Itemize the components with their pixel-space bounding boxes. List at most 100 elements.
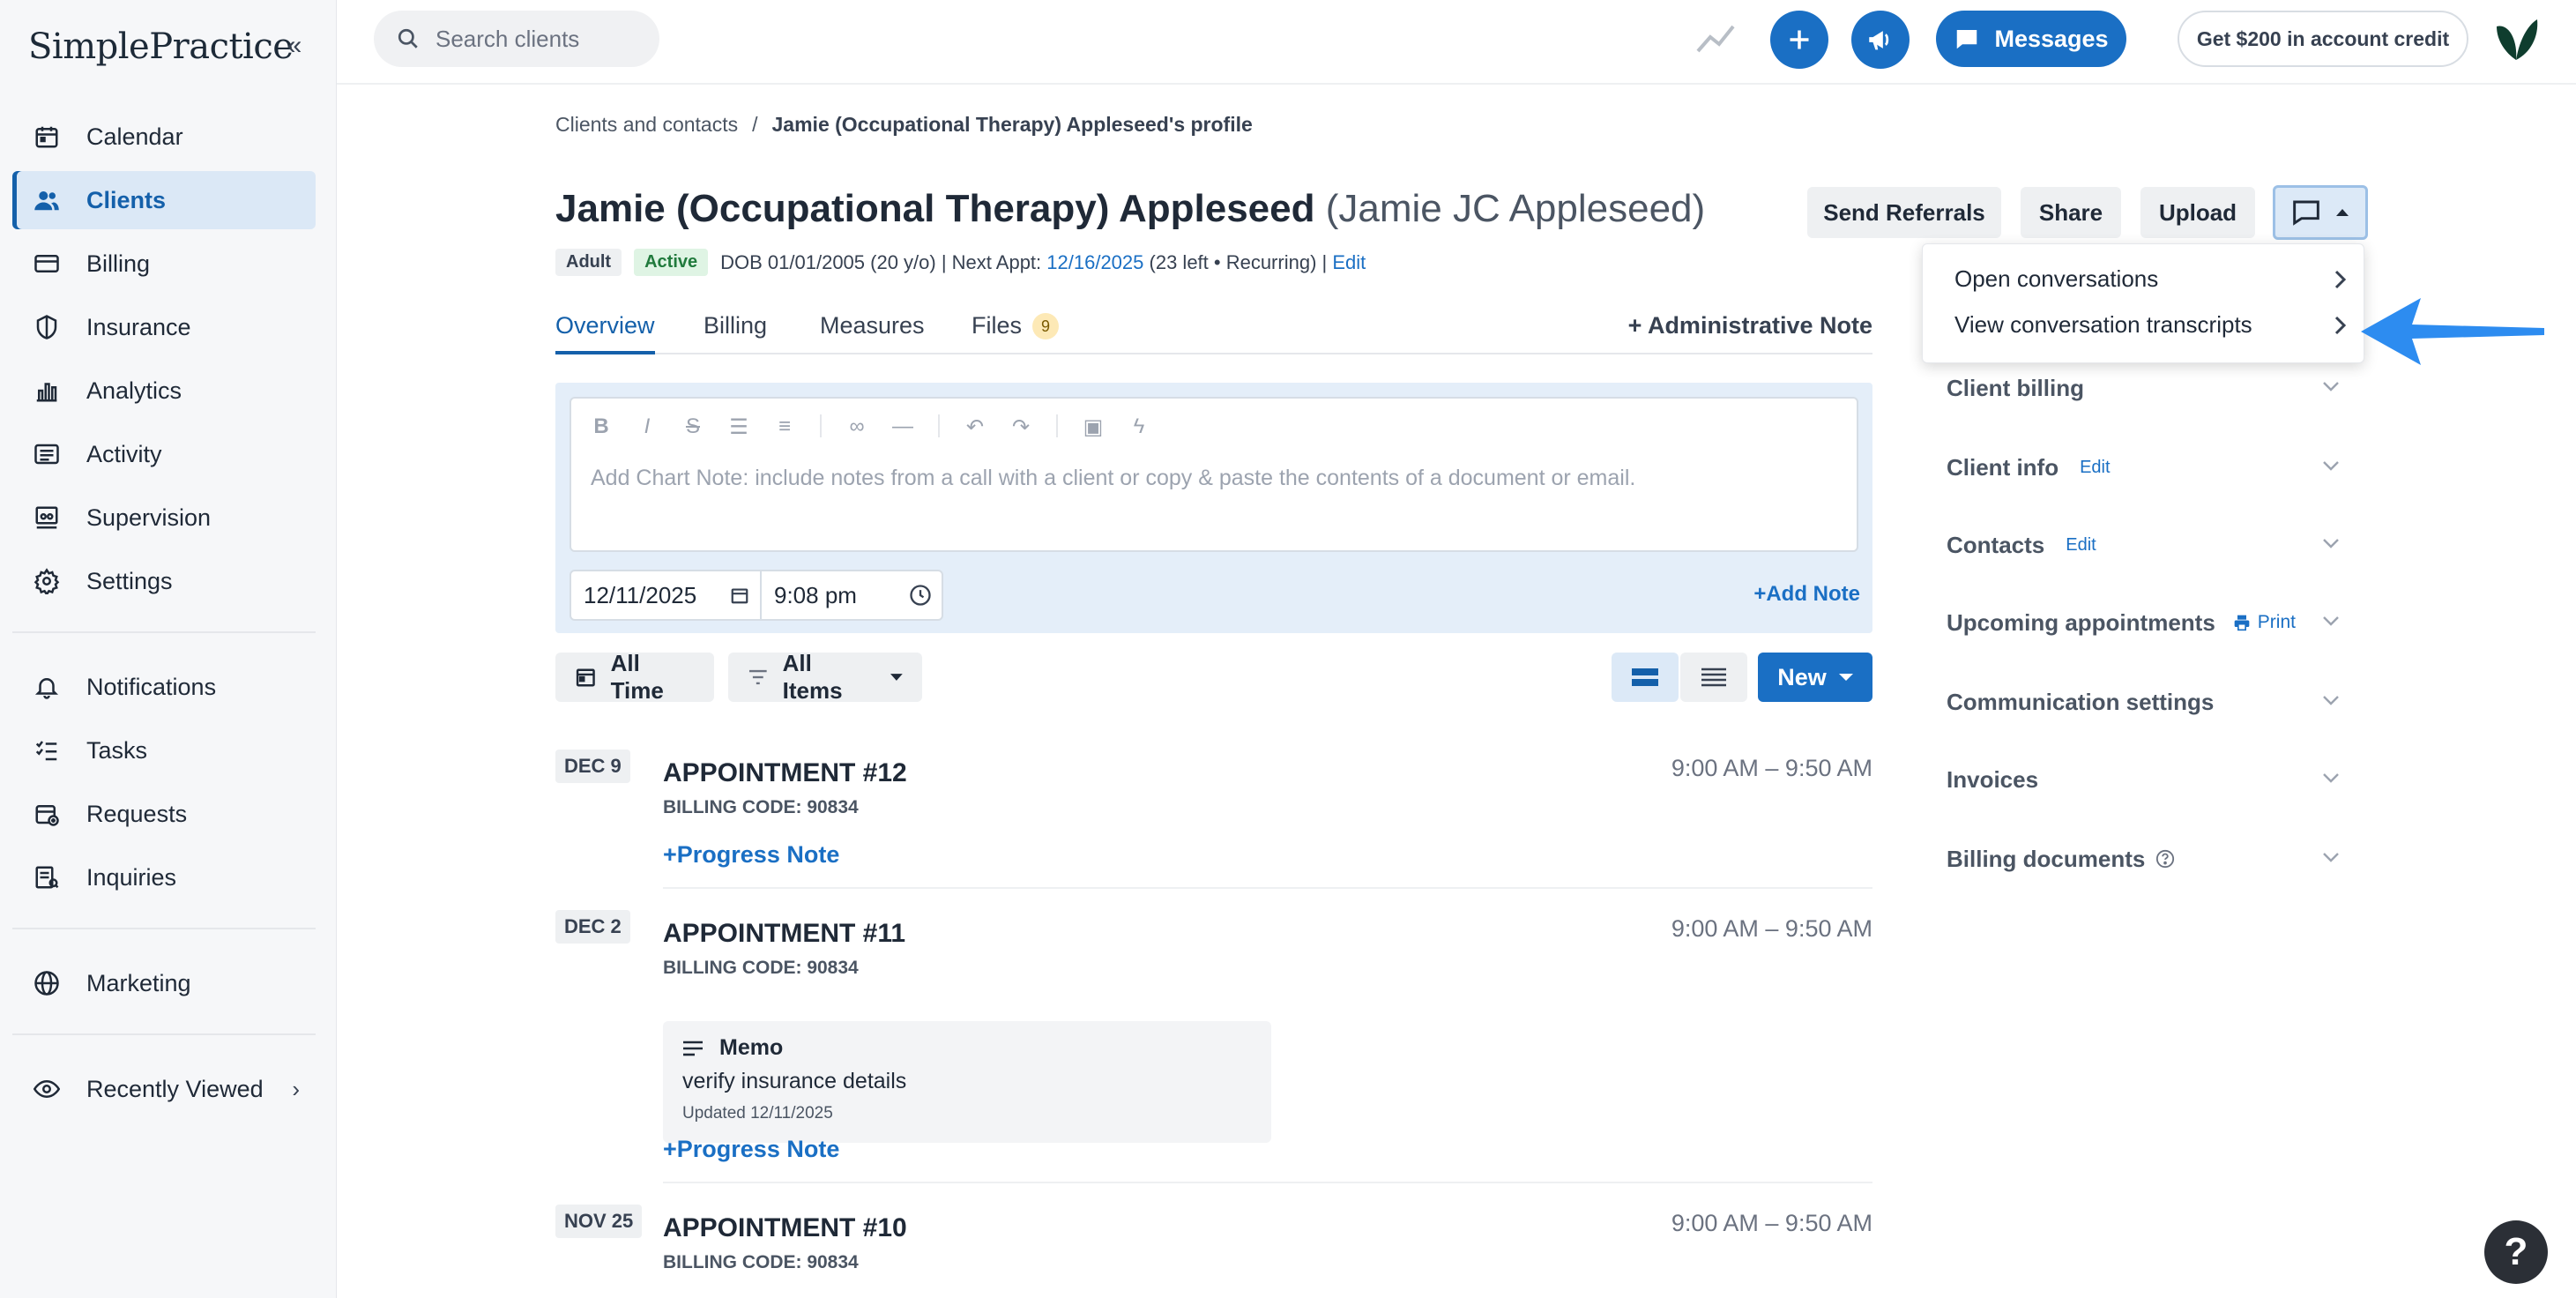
appointment-title[interactable]: APPOINTMENT #10 (663, 1213, 907, 1243)
sidebar-item-notifications[interactable]: Notifications (12, 658, 316, 716)
compact-view-toggle[interactable] (1680, 653, 1747, 702)
bell-icon (32, 672, 62, 702)
brand-leaf-icon[interactable] (2491, 14, 2541, 63)
sidebar-item-clients[interactable]: Clients (12, 171, 316, 229)
items-filter-button[interactable]: All Items (728, 650, 922, 704)
undo-icon[interactable]: ↶ (964, 414, 986, 440)
appointment-title[interactable]: APPOINTMENT #12 (663, 758, 907, 788)
profile-tabs: Overview Billing Measures Files 9 + Admin… (555, 312, 1872, 354)
edit-contacts-link[interactable]: Edit (2066, 535, 2096, 556)
sidebar: SimplePractice « Calendar Clients Billin… (0, 0, 337, 1298)
client-info-section[interactable]: Client info Edit (1947, 450, 2341, 485)
sidebar-item-label: Analytics (86, 377, 182, 404)
sidebar-item-tasks[interactable]: Tasks (12, 721, 316, 780)
administrative-note-button[interactable]: + Administrative Note (1628, 312, 1872, 339)
contacts-section[interactable]: Contacts Edit (1947, 527, 2341, 563)
caret-down-icon (890, 674, 903, 681)
strikethrough-icon[interactable]: S (682, 414, 704, 440)
billing-code: BILLING CODE: 90834 (663, 797, 859, 817)
bold-icon[interactable]: B (591, 414, 612, 440)
invoices-section[interactable]: Invoices (1947, 762, 2341, 797)
edit-client-info-link[interactable]: Edit (2080, 458, 2110, 478)
appt-extra-text: (23 left • Recurring) | (1149, 250, 1328, 273)
section-label: Billing documents (1947, 845, 2146, 872)
share-button[interactable]: Share (2021, 187, 2121, 238)
breadcrumb-root[interactable]: Clients and contacts (555, 113, 738, 136)
view-conversation-transcripts-item[interactable]: View conversation transcripts (1954, 311, 2348, 339)
sidebar-item-settings[interactable]: Settings (12, 552, 316, 610)
tab-overview[interactable]: Overview (555, 312, 655, 354)
expanded-view-toggle[interactable] (1612, 653, 1679, 702)
help-button[interactable]: ? (2484, 1220, 2548, 1284)
note-date-field[interactable]: 12/11/2025 (571, 571, 762, 619)
account-credit-button[interactable]: Get $200 in account credit (2178, 11, 2468, 67)
client-billing-section[interactable]: Client billing (1947, 370, 2341, 406)
edit-client-link[interactable]: Edit (1332, 251, 1366, 273)
messages-button[interactable]: Messages (1936, 11, 2126, 67)
chevron-right-icon: › (292, 1075, 300, 1102)
sidebar-item-recently-viewed[interactable]: Recently Viewed › (12, 1060, 316, 1118)
app-logo[interactable]: SimplePractice (28, 26, 294, 67)
appointment-time: 9:00 AM – 9:50 AM (1671, 755, 1872, 781)
memo-card[interactable]: Memo verify insurance details Updated 12… (663, 1021, 1271, 1143)
appointment-date: DEC 9 (555, 750, 630, 783)
expanded-view-icon (1632, 668, 1658, 686)
add-button[interactable] (1770, 11, 1828, 69)
sidebar-item-requests[interactable]: Requests (12, 785, 316, 843)
redo-icon[interactable]: ↷ (1010, 414, 1031, 440)
tab-measures[interactable]: Measures (820, 312, 925, 354)
announcements-button[interactable] (1851, 11, 1910, 69)
italic-icon[interactable]: I (637, 414, 658, 440)
note-time-field[interactable]: 9:08 pm (762, 582, 942, 609)
gear-icon (32, 566, 62, 596)
upload-button[interactable]: Upload (2140, 187, 2255, 238)
bullet-list-icon[interactable]: ☰ (728, 414, 749, 440)
editor-toolbar: B I S ☰ ≡ ∞ — ↶ ↷ ▣ ϟ (591, 414, 1150, 440)
add-note-button[interactable]: +Add Note (1753, 582, 1860, 607)
chart-note-editor[interactable]: B I S ☰ ≡ ∞ — ↶ ↷ ▣ ϟ Add Chart Note: in… (570, 397, 1858, 552)
sidebar-item-label: Tasks (86, 736, 148, 764)
link-icon[interactable]: ∞ (846, 414, 867, 440)
lightning-icon[interactable]: ϟ (1128, 414, 1150, 440)
conversations-menu-button[interactable] (2273, 185, 2368, 240)
time-filter-button[interactable]: All Time (555, 650, 714, 704)
credit-card-icon (32, 249, 62, 279)
chevron-down-icon (2323, 696, 2339, 705)
sidebar-item-activity[interactable]: Activity (12, 425, 316, 483)
billing-documents-section[interactable]: Billing documents (1947, 841, 2341, 877)
sidebar-item-label: Notifications (86, 673, 217, 700)
sidebar-item-supervision[interactable]: Supervision (12, 489, 316, 547)
sidebar-item-inquiries[interactable]: Inquiries (12, 848, 316, 906)
upcoming-appointments-section[interactable]: Upcoming appointments Print (1947, 605, 2341, 640)
appointment-title[interactable]: APPOINTMENT #11 (663, 919, 905, 949)
insert-card-icon[interactable]: ▣ (1083, 414, 1104, 440)
toolbar-divider (820, 414, 822, 437)
calendar-icon (32, 122, 62, 152)
next-appt-link[interactable]: 12/16/2025 (1046, 251, 1143, 273)
sidebar-item-calendar[interactable]: Calendar (12, 108, 316, 166)
send-referrals-button[interactable]: Send Referrals (1807, 187, 2001, 238)
numbered-list-icon[interactable]: ≡ (774, 414, 795, 440)
sidebar-item-analytics[interactable]: Analytics (12, 362, 316, 420)
help-circle-icon[interactable] (2155, 849, 2175, 869)
users-icon (32, 185, 62, 215)
sidebar-item-marketing[interactable]: Marketing (12, 954, 316, 1012)
supervision-icon (32, 503, 62, 533)
caret-down-icon (1838, 674, 1853, 681)
new-button[interactable]: New (1758, 653, 1872, 702)
print-label: Print (2257, 612, 2296, 632)
progress-note-button[interactable]: +Progress Note (663, 1136, 839, 1163)
search-input[interactable]: Search clients (374, 11, 659, 67)
sidebar-item-insurance[interactable]: Insurance (12, 298, 316, 356)
horizontal-rule-icon[interactable]: — (892, 414, 913, 440)
communication-settings-section[interactable]: Communication settings (1947, 684, 2341, 720)
progress-note-button[interactable]: +Progress Note (663, 841, 839, 869)
open-conversations-item[interactable]: Open conversations (1954, 265, 2348, 293)
note-datetime: 12/11/2025 9:08 pm (570, 570, 943, 621)
trend-icon[interactable] (1696, 21, 1735, 56)
print-appointments-link[interactable]: Print (2233, 612, 2296, 633)
sidebar-item-billing[interactable]: Billing (12, 235, 316, 293)
tab-files[interactable]: Files 9 (972, 312, 1060, 354)
collapse-sidebar-button[interactable]: « (279, 30, 310, 62)
tab-billing[interactable]: Billing (704, 312, 767, 354)
